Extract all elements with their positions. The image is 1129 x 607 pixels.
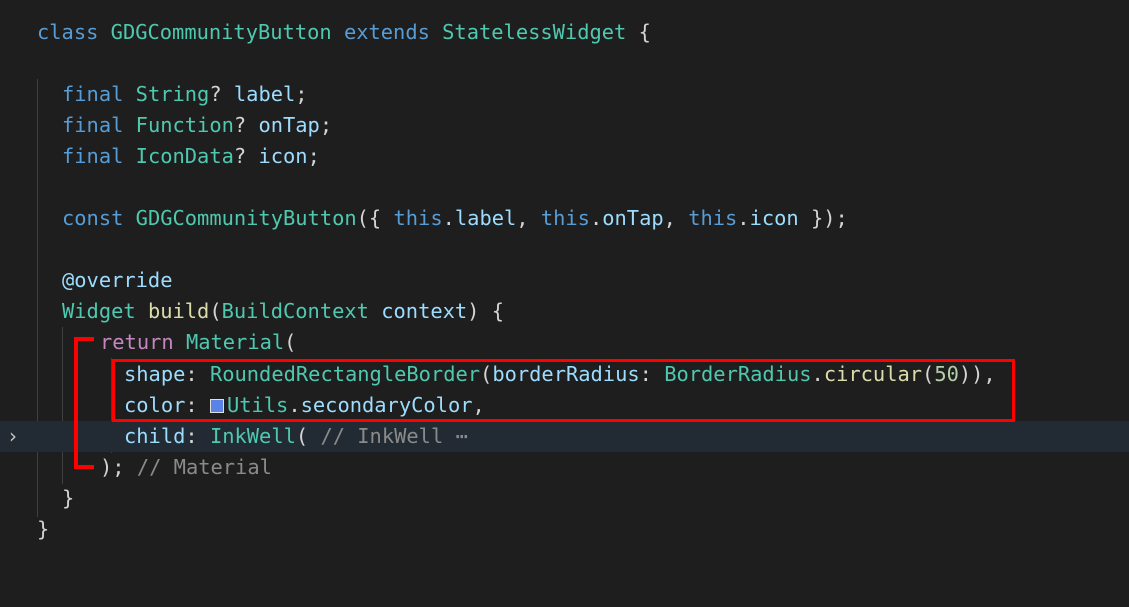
param-name: context: [381, 299, 468, 323]
highlight-bracket-bottom: [74, 465, 94, 469]
type-name: IconData: [135, 144, 234, 168]
method-name: build: [147, 299, 210, 323]
keyword-extends: extends: [343, 20, 430, 44]
code-line-4: final Function? onTap;: [0, 110, 1129, 141]
comment-inkwell: // InkWell: [320, 424, 444, 448]
close-brace: }: [37, 517, 50, 541]
keyword-return: return: [100, 330, 174, 354]
paren-open: (: [295, 424, 309, 448]
field-name: onTap: [258, 113, 320, 137]
code-line-7: const GDGCommunityButton({ this.label, t…: [0, 203, 1129, 234]
open-brace: {: [638, 20, 651, 44]
class-name: GDGCommunityButton: [110, 20, 332, 44]
code-line-17: }: [0, 514, 1129, 545]
colon: :: [185, 424, 210, 448]
keyword-this: this: [393, 206, 443, 230]
field-name: label: [233, 82, 296, 106]
override-annotation: @override: [62, 268, 173, 292]
paren-open: (: [209, 299, 222, 323]
param-ontap: onTap: [602, 206, 664, 230]
comment-material: // Material: [136, 455, 272, 479]
nullable-mark: ?: [233, 113, 247, 137]
keyword-final: final: [62, 144, 124, 168]
code-line-9: @override: [0, 265, 1129, 296]
keyword-final: final: [62, 82, 124, 106]
highlight-box: [112, 359, 1015, 422]
return-type: Widget: [62, 299, 136, 323]
keyword-const: const: [62, 206, 124, 230]
code-editor[interactable]: class GDGCommunityButton extends Statele…: [0, 0, 1129, 568]
highlight-bracket-vertical: [74, 337, 78, 469]
code-line-14: › child: InkWell( // InkWell ⋯: [0, 421, 1129, 452]
param-type: BuildContext: [221, 299, 369, 323]
code-line-10: Widget build(BuildContext context) {: [0, 296, 1129, 327]
semicolon: ;: [319, 113, 333, 137]
type-name: String: [135, 82, 210, 106]
keyword-this: this: [688, 206, 738, 230]
base-class: StatelessWidget: [442, 20, 627, 44]
semicolon: ;: [307, 144, 320, 168]
close-brace: }: [62, 486, 75, 510]
param-label: label: [454, 206, 517, 230]
param-icon: icon: [749, 206, 799, 230]
dot: .: [589, 206, 603, 230]
field-name: icon: [258, 144, 308, 168]
code-line-3: final String? label;: [0, 79, 1129, 110]
dot: .: [737, 206, 750, 230]
prop-child: child: [124, 424, 186, 448]
highlight-bracket-top: [74, 337, 94, 341]
comma: ,: [663, 206, 689, 230]
paren-close: ) {: [467, 299, 505, 323]
semicolon: ;: [295, 82, 308, 106]
code-line-5: final IconData? icon;: [0, 141, 1129, 172]
keyword-final: final: [62, 113, 124, 137]
code-line-1: class GDGCommunityButton extends Statele…: [0, 17, 1129, 48]
paren-close: });: [798, 206, 848, 230]
type-name: Function: [135, 113, 234, 137]
code-line-16: }: [0, 483, 1129, 514]
paren-open: (: [284, 330, 297, 354]
paren-close: );: [100, 455, 125, 479]
dot: .: [442, 206, 455, 230]
keyword-class: class: [37, 20, 99, 44]
nullable-mark: ?: [209, 82, 222, 106]
keyword-this: this: [540, 206, 590, 230]
constructor-name: GDGCommunityButton: [135, 206, 357, 230]
code-line-15: ); // Material: [0, 452, 1129, 483]
nullable-mark: ?: [233, 144, 247, 168]
material-class: Material: [185, 330, 285, 354]
folded-ellipsis-icon[interactable]: ⋯: [456, 424, 468, 448]
comma: ,: [516, 206, 541, 230]
paren-open: ({: [356, 206, 394, 230]
code-line-11: return Material(: [0, 327, 1129, 358]
class-inkwell: InkWell: [209, 424, 296, 448]
chevron-right-icon[interactable]: ›: [9, 421, 17, 452]
